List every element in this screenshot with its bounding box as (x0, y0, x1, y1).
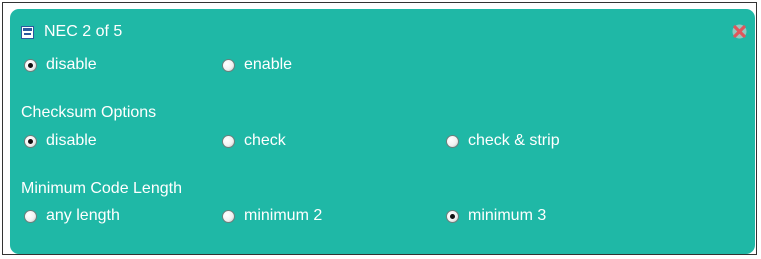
radio-label: disable (46, 132, 97, 149)
radio-button-icon[interactable] (446, 209, 459, 223)
collapse-icon[interactable] (21, 25, 34, 39)
radio-label: check (244, 132, 286, 149)
panel-header: NEC 2 of 5 (21, 22, 122, 42)
radio-button-icon[interactable] (446, 134, 459, 148)
radio-button-icon[interactable] (24, 58, 37, 72)
radio-button-icon[interactable] (24, 209, 37, 223)
window-frame: NEC 2 of 5 disable enable Checksum Optio… (2, 2, 757, 255)
radio-label: minimum 2 (244, 207, 323, 224)
radio-label: minimum 3 (468, 207, 547, 224)
radio-checksum-disable[interactable]: disable (24, 131, 97, 151)
radio-mode-disable[interactable]: disable (24, 55, 97, 75)
radio-button-icon[interactable] (24, 134, 37, 148)
panel-title: NEC 2 of 5 (44, 23, 123, 40)
radio-mode-enable[interactable]: enable (222, 55, 292, 75)
radio-min-3[interactable]: minimum 3 (446, 206, 546, 226)
radio-checksum-check-strip[interactable]: check & strip (446, 131, 560, 151)
close-icon[interactable] (732, 24, 747, 39)
radio-min-2[interactable]: minimum 2 (222, 206, 322, 226)
radio-min-any-length[interactable]: any length (24, 206, 120, 226)
radio-button-icon[interactable] (222, 134, 235, 148)
radio-label: disable (46, 56, 97, 73)
radio-label: enable (244, 56, 293, 73)
minimum-code-length-label: Minimum Code Length (21, 180, 182, 197)
nec-2-of-5-panel: NEC 2 of 5 disable enable Checksum Optio… (10, 9, 755, 254)
radio-checksum-check[interactable]: check (222, 131, 286, 151)
radio-label: check & strip (468, 132, 560, 149)
checksum-options-label: Checksum Options (21, 104, 157, 121)
radio-button-icon[interactable] (222, 209, 235, 223)
radio-button-icon[interactable] (222, 58, 235, 72)
radio-label: any length (46, 207, 120, 224)
